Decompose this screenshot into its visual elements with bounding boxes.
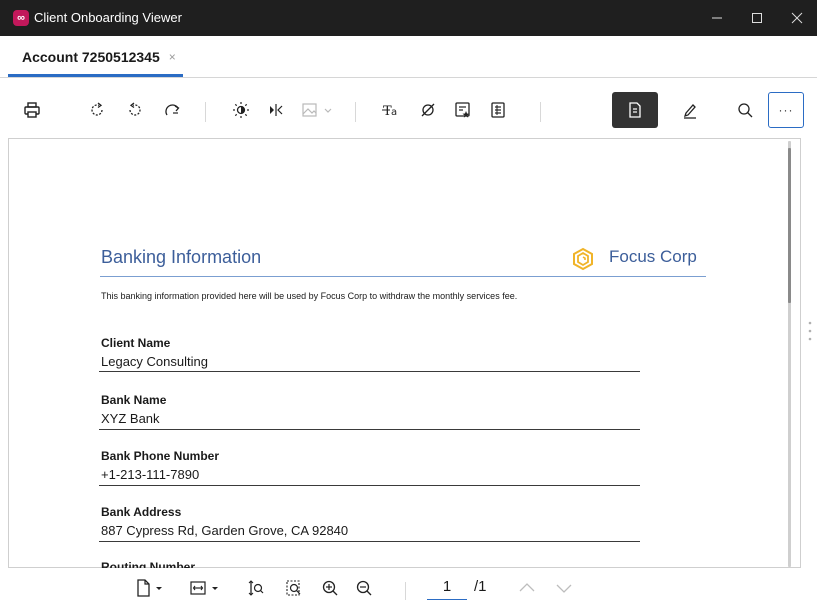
zoom-out-icon [356, 580, 372, 596]
field-underline [99, 485, 640, 486]
field-label-bank-phone: Bank Phone Number [101, 449, 220, 463]
text-size-button[interactable]: Ta [373, 92, 409, 128]
zoom-in-button[interactable] [315, 572, 345, 604]
redo-button[interactable] [155, 92, 191, 128]
close-icon [791, 12, 803, 24]
field-underline [99, 371, 640, 372]
document-title: Banking Information [101, 247, 262, 267]
field-label-routing-number: Routing Number [101, 560, 195, 568]
print-icon [24, 102, 40, 118]
brightness-icon [233, 102, 249, 118]
toolbar-separator [355, 102, 356, 122]
field-value-bank-phone[interactable]: +1-213-111-7890 [101, 467, 199, 482]
zoom-fit-page-icon [286, 580, 301, 596]
brightness-button[interactable] [223, 92, 259, 128]
redo-icon [165, 104, 180, 116]
zoom-out-button[interactable] [349, 572, 379, 604]
next-page-button[interactable] [549, 572, 579, 604]
fit-height-button[interactable] [241, 572, 271, 604]
chevron-down-icon [556, 584, 572, 593]
active-tab-indicator [8, 74, 183, 77]
document-list-icon [491, 102, 505, 118]
fit-page-button[interactable] [279, 572, 309, 604]
hide-button[interactable] [410, 92, 446, 128]
field-label-client-name: Client Name [101, 336, 171, 350]
field-value-client-name[interactable]: Legacy Consulting [101, 354, 208, 369]
field-underline [99, 541, 640, 542]
current-page-input[interactable] [427, 574, 467, 600]
maximize-button[interactable] [737, 0, 777, 36]
chevron-up-icon [519, 583, 535, 592]
app-icon: ∞ [13, 10, 29, 26]
pager-separator [405, 582, 406, 600]
svg-text:a: a [391, 107, 397, 118]
flip-horizontal-icon [270, 104, 283, 116]
form-fields-icon [455, 102, 470, 118]
title-divider [100, 276, 706, 277]
field-value-bank-name[interactable]: XYZ Bank [101, 411, 160, 426]
document-view-button[interactable] [612, 92, 658, 128]
grip-dots-icon [808, 321, 812, 341]
rotate-counterclockwise-button[interactable] [117, 92, 153, 128]
image-dropdown-icon [302, 103, 332, 117]
field-label-bank-name: Bank Name [101, 393, 167, 407]
tab-label: Account 7250512345 [22, 49, 160, 65]
zoom-in-icon [322, 580, 338, 596]
page-view-dropdown[interactable] [134, 572, 168, 604]
fit-width-icon [190, 581, 218, 595]
close-window-button[interactable] [777, 0, 817, 36]
minimize-button[interactable] [697, 0, 737, 36]
document-list-button[interactable] [480, 92, 516, 128]
hide-icon [421, 103, 435, 117]
text-size-icon: Ta [382, 104, 397, 119]
focus-corp-logo-icon [571, 247, 595, 271]
toolbar-separator [540, 102, 541, 122]
page-total: /1 [474, 578, 487, 595]
rotate-clockwise-button[interactable] [79, 92, 115, 128]
title-bar: ∞ Client Onboarding Viewer [0, 0, 817, 36]
tab-account[interactable]: Account 7250512345 × [8, 36, 183, 78]
sign-pen-icon [683, 104, 696, 119]
field-label-bank-address: Bank Address [101, 505, 182, 519]
previous-page-button[interactable] [512, 572, 542, 604]
minimize-icon [712, 17, 722, 19]
search-button[interactable] [727, 92, 763, 128]
image-dropdown-button[interactable] [295, 92, 341, 128]
tab-bar: Account 7250512345 × [0, 36, 817, 78]
print-button[interactable] [14, 92, 50, 128]
toolbar-separator [205, 102, 206, 122]
vertical-scrollbar-thumb[interactable] [788, 148, 791, 303]
rotate-clockwise-icon [91, 102, 103, 116]
maximize-icon [752, 13, 762, 23]
search-icon [738, 103, 753, 118]
field-underline [99, 429, 640, 430]
document-viewport[interactable] [8, 138, 801, 568]
form-fields-button[interactable] [445, 92, 481, 128]
page-navigation-bar: /1 [0, 568, 817, 610]
fit-width-dropdown[interactable] [188, 572, 224, 604]
zoom-fit-height-icon [248, 580, 264, 596]
document-icon [629, 102, 641, 118]
toolbar: Ta ··· [0, 92, 817, 136]
sign-button[interactable] [667, 92, 713, 128]
panel-resize-handle[interactable] [808, 320, 812, 342]
rotate-counterclockwise-icon [129, 102, 141, 116]
window-title: Client Onboarding Viewer [34, 10, 182, 25]
tab-close-button[interactable]: × [169, 50, 176, 64]
page-view-icon [137, 579, 162, 597]
flip-horizontal-button[interactable] [258, 92, 294, 128]
more-icon: ··· [778, 103, 794, 117]
document-notice: This banking information provided here w… [101, 291, 518, 301]
more-button[interactable]: ··· [768, 92, 804, 128]
field-value-bank-address[interactable]: 887 Cypress Rd, Garden Grove, CA 92840 [101, 523, 348, 538]
brand-name: Focus Corp [609, 247, 697, 266]
